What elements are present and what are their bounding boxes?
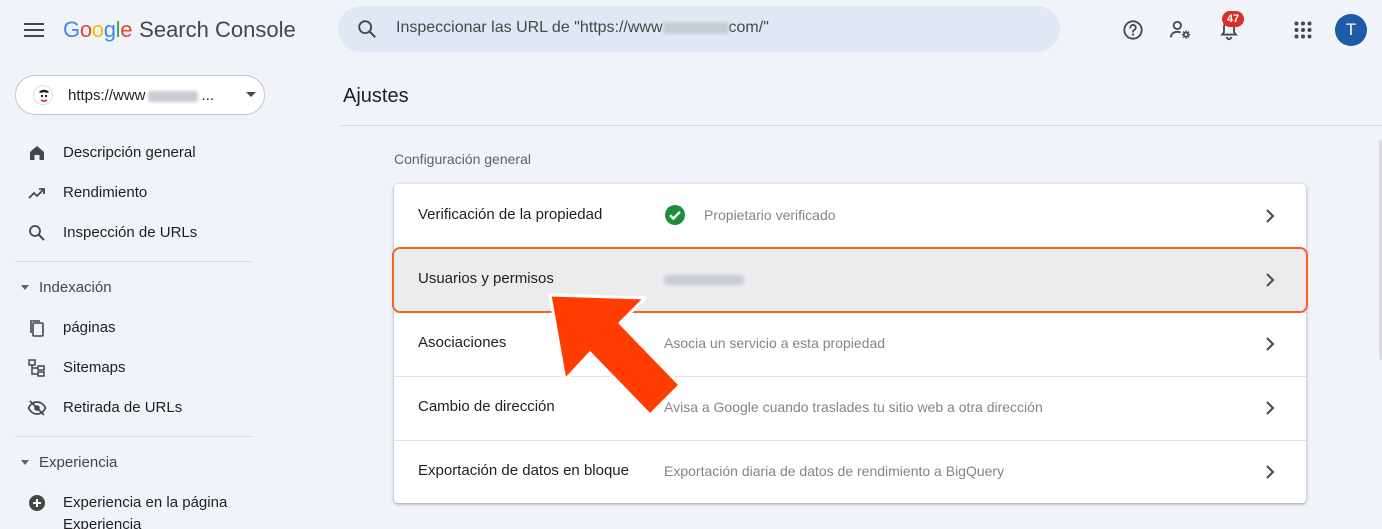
row-description: Asocia un servicio a esta propiedad [664,335,886,351]
property-url-prefix: https://www [68,87,146,104]
sidebar-item-label: páginas [63,319,116,336]
search-icon [29,225,45,241]
redacted-domain [147,90,198,102]
product-name: Search Console [139,17,296,42]
search-placeholder: Inspeccionar las URL de "https://www com/… [396,19,769,37]
sidebar-section-title: Experiencia [39,454,118,471]
sidebar-section-title: Indexación [39,279,112,296]
trending-up-icon [28,188,45,199]
row-label: Exportación de datos en bloque [418,462,629,479]
row-label: Verificación de la propiedad [418,206,603,223]
chevron-right-icon [1266,273,1275,287]
home-icon [30,146,44,160]
property-selector[interactable]: https://www... [15,75,265,115]
property-favicon [33,85,53,105]
row-description: Propietario verificado [704,207,836,223]
sidebar-item-removals[interactable]: Retirada de URLs [15,388,255,428]
search-placeholder-prefix: Inspeccionar las URL de "https://www [396,19,663,36]
row-label: Usuarios y permisos [418,270,554,287]
sidebar-item-label: Sitemaps [63,359,126,376]
google-wordmark: Google [63,17,133,42]
visibility-off-icon [27,400,47,416]
chevron-right-icon [1266,401,1275,415]
row-divider [394,248,1306,249]
sidebar-item-experience-partial[interactable]: Experiencia [15,510,255,529]
sidebar-section-experience[interactable]: Experiencia [15,448,255,478]
sidebar-item-url-inspection[interactable]: Inspección de URLs [15,213,255,253]
sidebar-divider [15,436,253,437]
sidebar-item-performance[interactable]: Rendimiento [15,173,255,213]
property-url: https://www... [68,87,214,104]
notifications-badge: 47 [1222,11,1244,27]
header-divider [340,125,1382,126]
help-icon[interactable] [1120,17,1146,43]
sidebar-item-overview[interactable]: Descripción general [15,133,255,173]
account-avatar[interactable]: T [1335,14,1367,46]
redacted-owner-name [664,275,744,285]
row-label: Asociaciones [418,334,507,351]
sidebar-item-label: Retirada de URLs [63,399,183,416]
redacted-domain [662,21,729,34]
apps-grid-icon[interactable] [1290,17,1316,43]
search-placeholder-suffix: com/" [728,19,769,36]
settings-row-bulk-data-export[interactable]: Exportación de datos en bloque Exportaci… [394,440,1306,504]
settings-row-associations[interactable]: Asociaciones Asocia un servicio a esta p… [394,312,1306,376]
sidebar-item-label: Experiencia [63,516,142,529]
settings-row-users-permissions[interactable]: Usuarios y permisos [394,248,1306,312]
menu-icon[interactable] [20,16,48,44]
check-circle-icon [665,205,685,225]
search-icon [358,20,376,38]
sidebar-section-indexing[interactable]: Indexación [15,273,255,303]
search-console-logo[interactable]: Google Search Console [63,17,296,43]
top-app-bar: Google Search Console Inspeccionar las U… [0,0,1382,60]
row-divider [394,440,1306,441]
sidebar-item-label: Descripción general [63,144,196,161]
pages-icon [30,320,44,337]
row-divider [394,312,1306,313]
row-divider [394,376,1306,377]
sidebar-item-pages[interactable]: páginas [15,308,255,348]
property-url-ellipsis: ... [201,87,215,104]
sidebar-item-label: Inspección de URLs [63,224,198,241]
sitemap-icon [28,359,45,377]
chevron-right-icon [1266,209,1275,223]
section-title: Configuración general [394,151,531,167]
collapse-triangle-icon [21,285,29,290]
settings-card: Verificación de la propiedad Propietario… [394,184,1306,503]
sidebar-item-label: Rendimiento [63,184,148,201]
chevron-right-icon [1266,337,1275,351]
sidebar-item-label: Experiencia en la página [63,494,228,511]
settings-row-ownership-verification[interactable]: Verificación de la propiedad Propietario… [394,184,1306,248]
collapse-triangle-icon [21,460,29,465]
row-label: Cambio de dirección [418,398,555,415]
page-title: Ajustes [343,85,409,107]
chevron-down-icon [246,92,256,97]
sidebar-divider [15,261,253,262]
row-description: Exportación diaria de datos de rendimien… [664,463,1005,479]
settings-row-change-of-address[interactable]: Cambio de dirección Avisa a Google cuand… [394,376,1306,440]
chevron-right-icon [1266,465,1275,479]
row-description: Avisa a Google cuando traslades tu sitio… [664,399,1043,415]
url-inspection-search[interactable]: Inspeccionar las URL de "https://www com/… [338,6,1060,52]
manage-accounts-icon[interactable] [1168,17,1194,43]
sidebar-item-sitemaps[interactable]: Sitemaps [15,348,255,388]
